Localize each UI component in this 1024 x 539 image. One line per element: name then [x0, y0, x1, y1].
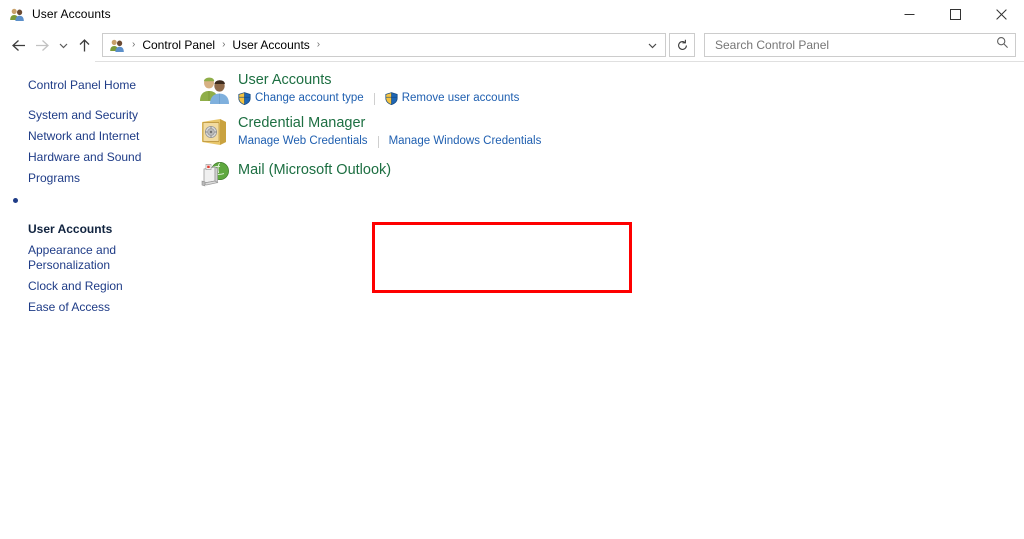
refresh-button[interactable] — [669, 33, 695, 57]
category-body: Credential Manager Manage Web Credential… — [238, 114, 541, 149]
chevron-down-icon[interactable] — [643, 34, 661, 56]
sidebar-item-programs[interactable]: Programs — [0, 168, 190, 189]
close-button[interactable] — [978, 0, 1024, 29]
window-title: User Accounts — [32, 7, 111, 21]
window-body: Control Panel Home System and Security N… — [0, 61, 1024, 539]
category-user-accounts: User Accounts Change account type Remove… — [190, 71, 1024, 106]
uac-shield-icon — [238, 92, 251, 105]
sidebar-navigation: Control Panel Home System and Security N… — [0, 61, 190, 539]
link-label: Manage Windows Credentials — [388, 135, 542, 147]
link-change-account-type[interactable]: Change account type — [238, 91, 364, 106]
up-button[interactable] — [72, 33, 96, 57]
current-item-bullet — [13, 198, 18, 203]
sidebar-item-network-and-internet[interactable]: Network and Internet — [0, 126, 190, 147]
sidebar-item-clock-and-region[interactable]: Clock and Region — [0, 276, 190, 297]
category-title-mail-outlook[interactable]: Mail (Microsoft Outlook) — [238, 157, 391, 180]
category-links: Change account type Remove user accounts — [238, 91, 519, 106]
category-body: User Accounts Change account type Remove… — [238, 71, 519, 106]
link-label: Remove user accounts — [401, 92, 520, 104]
breadcrumb-separator[interactable]: › — [313, 40, 324, 50]
forward-button[interactable] — [30, 33, 54, 57]
search-input[interactable] — [713, 37, 996, 53]
category-mail-outlook: Mail (Microsoft Outlook) — [190, 157, 1024, 191]
maximize-button[interactable] — [932, 0, 978, 29]
category-credential-manager: Credential Manager Manage Web Credential… — [190, 114, 1024, 149]
sidebar-item-system-and-security[interactable]: System and Security — [0, 105, 190, 126]
sidebar-item-hardware-and-sound[interactable]: Hardware and Sound — [0, 147, 190, 168]
navigation-toolbar: › Control Panel › User Accounts › — [0, 29, 1024, 61]
link-remove-user-accounts[interactable]: Remove user accounts — [385, 91, 520, 106]
back-button[interactable] — [6, 33, 30, 57]
link-label: Manage Web Credentials — [238, 135, 368, 147]
category-title-user-accounts[interactable]: User Accounts — [238, 71, 519, 90]
sidebar-item-label: User Accounts — [28, 222, 113, 236]
sidebar-item-control-panel-home[interactable]: Control Panel Home — [0, 75, 190, 96]
user-accounts-icon — [9, 6, 25, 22]
link-manage-windows-credentials[interactable]: Manage Windows Credentials — [389, 134, 542, 149]
title-bar: User Accounts — [0, 0, 1024, 29]
annotation-highlight-box — [372, 222, 632, 293]
search-box[interactable] — [704, 33, 1016, 57]
sidebar-item-ease-of-access[interactable]: Ease of Access — [0, 297, 190, 318]
category-links: Manage Web Credentials Manage Windows Cr… — [238, 134, 541, 149]
minimize-button[interactable] — [886, 0, 932, 29]
category-title-credential-manager[interactable]: Credential Manager — [238, 114, 541, 133]
search-icon[interactable] — [996, 36, 1009, 54]
link-label: Change account type — [255, 92, 364, 104]
breadcrumb-separator: › — [132, 39, 136, 50]
content-area: User Accounts Change account type Remove… — [190, 61, 1024, 539]
recent-locations-button[interactable] — [54, 33, 72, 57]
user-accounts-icon — [198, 73, 230, 105]
address-bar[interactable]: › Control Panel › User Accounts › — [102, 33, 666, 57]
link-separator — [373, 92, 375, 105]
sidebar-item-user-accounts[interactable]: User Accounts — [0, 189, 190, 240]
sidebar-item-appearance-and-personalization[interactable]: Appearance and Personalization — [0, 240, 190, 276]
breadcrumb-item-control-panel[interactable]: Control Panel — [139, 38, 218, 52]
breadcrumb-separator: › — [222, 39, 226, 50]
breadcrumb-user-accounts-icon — [109, 37, 125, 53]
link-manage-web-credentials[interactable]: Manage Web Credentials — [238, 134, 368, 149]
category-body: Mail (Microsoft Outlook) — [238, 157, 391, 181]
control-panel-window: User Accounts › Control Panel › User Acc… — [0, 0, 1024, 539]
uac-shield-icon — [385, 92, 398, 105]
link-separator — [377, 135, 379, 148]
mail-outlook-icon — [198, 159, 230, 191]
breadcrumb-item-user-accounts[interactable]: User Accounts — [229, 38, 312, 52]
credential-vault-icon — [198, 116, 230, 148]
